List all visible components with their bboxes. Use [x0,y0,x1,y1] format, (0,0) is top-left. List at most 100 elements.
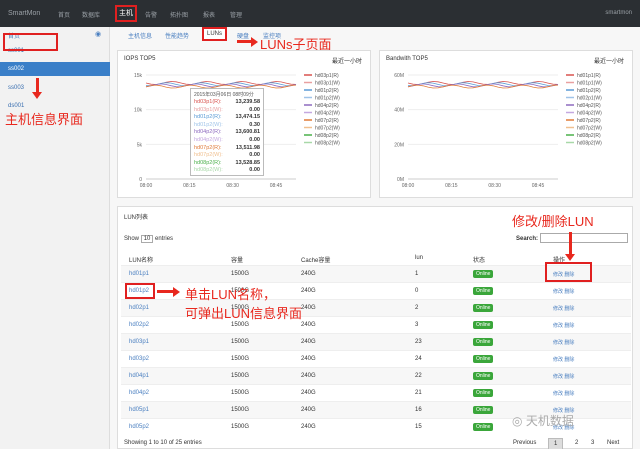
iops-legend-item[interactable]: hd04p2(W) [315,111,340,117]
pager-item[interactable]: 1 [548,438,564,449]
tooltip-series-name: hd07p2(R): [194,144,222,151]
bandwidth-chart: 60M40M20M0M08:00 08:15 08:30 08:45hd01p1(R)… [394,73,602,189]
lun-name-link[interactable]: hd05p2 [129,424,149,430]
table-cell: 1500G [231,356,250,362]
edit-delete-actions[interactable]: 修改 删除 [553,373,574,380]
iops-legend-item[interactable]: hd04p2(R) [315,103,339,109]
status-badge: Online [473,270,494,278]
bw-legend-item[interactable]: hd04p2(W) [577,111,602,117]
table-row: hd04p1 1500G 240G 22 Online 修改 删除 [121,367,631,384]
lun-name-link[interactable]: hd03p1 [129,339,149,345]
tooltip-row: hd03p1(R): 13,239.58 [194,99,260,107]
tooltip-value: 0.00 [249,152,260,159]
edit-delete-actions[interactable]: 修改 删除 [553,288,574,295]
status-badge: Online [473,423,494,431]
table-cell: 1500G [231,271,250,277]
column-header[interactable]: 容量 [231,255,243,264]
sidebar-item-ss003[interactable]: ss003 [0,81,110,95]
tab-host-info[interactable]: 主机信息 [128,31,152,40]
lun-name-link[interactable]: hd04p2 [129,390,149,396]
table-cell: 1 [415,271,419,277]
iops-tooltip: 2015年03月06日 08时09分 hd03p1(R): 13,239.58 hd… [190,88,264,176]
pager-item[interactable]: Next [602,438,624,448]
tooltip-value: 0.00 [249,106,260,113]
tooltip-row: hd03p1(W): 0.00 [194,107,260,115]
bw-legend-item[interactable]: hd01p1(R) [577,73,601,79]
edit-highlight-box [545,262,592,282]
iops-legend-item[interactable]: hd01p2(W) [315,96,340,102]
bw-x-tick: 08:00 [402,183,415,189]
tooltip-series-name: hd01p2(R): [194,114,222,121]
eye-icon[interactable]: ◉ [95,30,101,38]
bw-legend-item[interactable]: hd07p2(W) [577,126,602,132]
bw-legend-item[interactable]: hd02p1(W) [577,96,602,102]
table-info: Showing 1 to 10 of 25 entries [124,440,202,446]
bw-legend-item[interactable]: hd01p1(W) [577,81,602,87]
iops-y-tick: 5k [137,142,143,148]
iops-legend-item[interactable]: hd08p2(W) [315,141,340,147]
iops-legend-item[interactable]: hd03p1(R) [315,73,339,79]
show-label: Show 10 entries [124,235,174,243]
edit-delete-actions[interactable]: 修改 删除 [553,305,574,312]
annotation-click-line2: 可弹出LUN信息界面 [185,306,303,321]
table-row: hd03p2 1500G 240G 24 Online 修改 删除 [121,350,631,367]
lun-name-link[interactable]: hd02p2 [129,322,149,328]
pager-item[interactable]: 3 [586,438,599,448]
column-header[interactable]: Cache容量 [301,255,330,264]
nav-database[interactable]: 数据库 [82,10,100,19]
column-header[interactable]: LUN名称 [129,255,153,264]
pagination: Previous 1 2 3 Next [508,438,628,449]
iops-legend-item[interactable]: hd07p2(W) [315,126,340,132]
edit-delete-actions[interactable]: 修改 删除 [553,322,574,329]
lun-name-link[interactable]: hd04p1 [129,373,149,379]
iops-legend-item[interactable]: hd08p2(R) [315,133,339,139]
column-header[interactable]: lun [415,255,423,261]
iops-legend-item[interactable]: hd07p2(R) [315,118,339,124]
nav-home[interactable]: 首页 [58,10,70,19]
edit-delete-actions[interactable]: 修改 删除 [553,390,574,397]
bw-legend-item[interactable]: hd08p2(R) [577,133,601,139]
annotation-arrow-host [36,78,39,92]
entries-select[interactable]: 10 [140,235,154,243]
edit-delete-actions[interactable]: 修改 删除 [553,356,574,363]
iops-legend-item[interactable]: hd03p1(W) [315,81,340,87]
lun-name-link[interactable]: hd03p2 [129,356,149,362]
nav-alert[interactable]: 告警 [145,10,157,19]
bw-legend-item[interactable]: hd08p2(W) [577,141,602,147]
tooltip-series-name: hd03p1(W): [194,106,223,113]
tooltip-series-name: hd08p2(R): [194,159,222,166]
annotation-edit: 修改/删除LUN [512,214,594,229]
bw-legend-item[interactable]: hd07p2(R) [577,118,601,124]
table-cell: 21 [415,390,422,396]
iops-legend-item[interactable]: hd01p2(R) [315,88,339,94]
nav-topology[interactable]: 拓扑图 [170,10,188,19]
status-badge: Online [473,389,494,397]
nav-admin[interactable]: 管理 [230,10,242,19]
tooltip-value: 0.00 [249,167,260,174]
tab-luns[interactable]: LUNs [202,27,227,41]
lun-name-link[interactable]: hd05p1 [129,407,149,413]
tooltip-title: 2015年03月06日 08时09分 [194,92,254,98]
arrowhead-right-icon [173,287,180,297]
nav-host[interactable]: 主机 [115,5,137,22]
tooltip-series-name: hd04p2(W): [194,136,223,143]
pager-item[interactable]: 2 [570,438,583,448]
tab-disks[interactable]: 硬盘 [237,31,249,40]
tooltip-series-name: hd04p2(R): [194,129,222,136]
wechat-icon: ◎ [512,414,523,428]
search-input[interactable] [540,233,628,243]
pager-item[interactable]: Previous [508,438,541,448]
table-cell: 240G [301,271,316,277]
edit-delete-actions[interactable]: 修改 删除 [553,339,574,346]
column-header[interactable]: 状态 [473,255,485,264]
user-menu[interactable]: smartmon [605,10,632,16]
lun-name-link[interactable]: hd01p1 [129,271,149,277]
tooltip-row: hd08p2(W): 0.00 [194,167,260,175]
nav-report[interactable]: 报表 [203,10,215,19]
bw-legend-item[interactable]: hd01p2(R) [577,88,601,94]
tab-perf-trend[interactable]: 性能趋势 [165,31,189,40]
bw-legend-item[interactable]: hd04p2(R) [577,103,601,109]
sidebar-item-ss002[interactable]: ss002 [0,62,110,76]
lun-name-link[interactable]: hd02p1 [129,305,149,311]
table-cell: 1500G [231,390,250,396]
